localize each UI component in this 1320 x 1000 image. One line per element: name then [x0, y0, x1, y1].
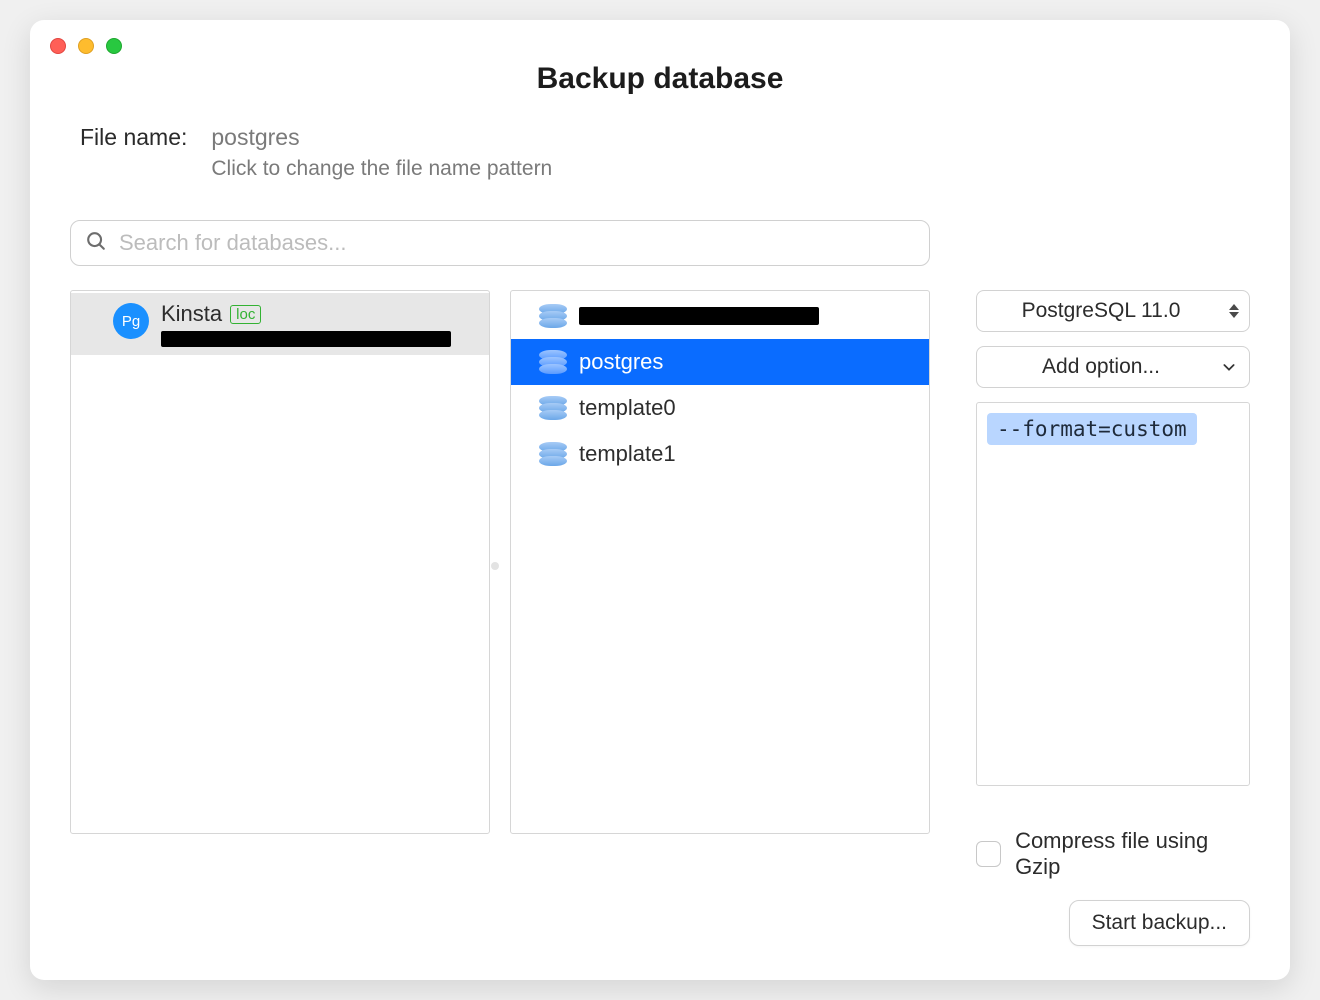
connection-name: Kinsta — [161, 301, 222, 327]
database-name: postgres — [579, 349, 663, 375]
content-grid: Pg Kinsta loc — [70, 220, 1250, 880]
window-controls — [50, 38, 122, 54]
databases-list[interactable]: postgres template0 template1 — [510, 290, 930, 834]
compress-checkbox[interactable] — [976, 841, 1001, 867]
pg-version-value: PostgreSQL 11.0 — [1022, 299, 1181, 323]
filename-label: File name: — [80, 124, 187, 151]
database-icon — [539, 350, 567, 374]
database-icon — [539, 304, 567, 328]
filename-hint: Click to change the file name pattern — [211, 157, 552, 181]
filename-row: File name: postgres Click to change the … — [80, 124, 1290, 181]
database-icon — [539, 396, 567, 420]
pane-resize-handle[interactable] — [491, 562, 499, 570]
compress-label[interactable]: Compress file using Gzip — [1015, 828, 1250, 880]
footer: Start backup... — [1069, 900, 1250, 946]
add-option-label: Add option... — [1042, 355, 1160, 379]
side-panel: PostgreSQL 11.0 Add option... --format=c… — [950, 290, 1250, 880]
search-icon — [85, 230, 107, 257]
option-pill[interactable]: --format=custom — [987, 413, 1197, 445]
start-backup-button[interactable]: Start backup... — [1069, 900, 1250, 946]
connection-item[interactable]: Pg Kinsta loc — [71, 293, 489, 355]
pg-version-select[interactable]: PostgreSQL 11.0 — [976, 290, 1250, 332]
options-list[interactable]: --format=custom — [976, 402, 1250, 786]
dialog-window: Backup database File name: postgres Clic… — [30, 20, 1290, 980]
search-input[interactable] — [119, 230, 915, 256]
search-field-wrap[interactable] — [70, 220, 930, 266]
close-icon[interactable] — [50, 38, 66, 54]
database-name: template0 — [579, 395, 676, 421]
database-row[interactable]: template1 — [511, 431, 929, 477]
filename-value[interactable]: postgres — [211, 124, 552, 151]
dialog-title: Backup database — [30, 62, 1290, 96]
connections-list[interactable]: Pg Kinsta loc — [70, 290, 490, 834]
connection-tag: loc — [230, 305, 261, 324]
maximize-icon[interactable] — [106, 38, 122, 54]
database-row[interactable] — [511, 293, 929, 339]
compress-row: Compress file using Gzip — [976, 828, 1250, 880]
connection-subtitle-redacted — [161, 331, 451, 347]
stepper-icon — [1229, 304, 1239, 318]
add-option-select[interactable]: Add option... — [976, 346, 1250, 388]
database-name-redacted — [579, 307, 819, 325]
database-row[interactable]: template0 — [511, 385, 929, 431]
chevron-down-icon — [1221, 359, 1237, 375]
postgres-engine-icon: Pg — [113, 303, 149, 339]
minimize-icon[interactable] — [78, 38, 94, 54]
database-name: template1 — [579, 441, 676, 467]
database-row[interactable]: postgres — [511, 339, 929, 385]
database-icon — [539, 442, 567, 466]
